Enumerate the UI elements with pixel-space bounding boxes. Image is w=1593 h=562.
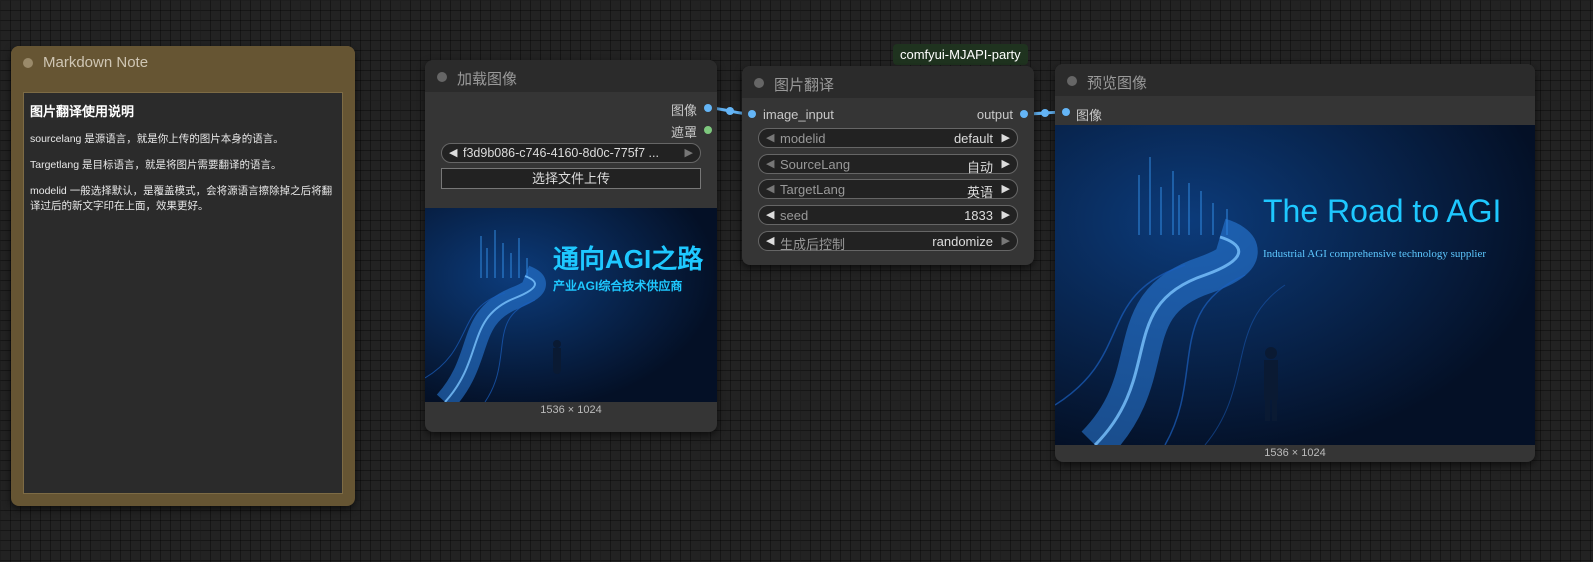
markdown-note-node[interactable]: Markdown Note 图片翻译使用说明 sourcelang 是源语言，就… bbox=[11, 46, 355, 506]
input-slot-image-label: 图像 bbox=[1076, 108, 1103, 123]
arrow-right-icon[interactable]: ▶ bbox=[1002, 234, 1010, 247]
widget-label: 生成后控制 bbox=[780, 237, 846, 252]
widget-label: modelid bbox=[780, 131, 826, 146]
node-title-bar[interactable]: 图片翻译 bbox=[742, 66, 1034, 98]
widget-value: 1833 bbox=[964, 208, 993, 223]
arrow-left-icon[interactable]: ◀ bbox=[766, 182, 774, 195]
arrow-left-icon[interactable]: ◀ bbox=[766, 208, 774, 221]
image-subline-text: Industrial AGI comprehensive technology … bbox=[1263, 248, 1486, 260]
collapse-dot-icon[interactable] bbox=[1067, 76, 1077, 86]
widget-label: seed bbox=[780, 208, 809, 223]
arrow-left-icon[interactable]: ◀ bbox=[766, 234, 774, 247]
image-headline-text: The Road to AGI bbox=[1263, 193, 1501, 229]
modelid-combo[interactable]: ◀ modelid default ▶ bbox=[758, 128, 1018, 148]
arrow-right-icon[interactable]: ▶ bbox=[1002, 157, 1010, 170]
widget-label: TargetLang bbox=[780, 182, 846, 197]
input-slot-image-label: image_input bbox=[763, 107, 834, 122]
arrow-left-icon[interactable]: ◀ bbox=[766, 157, 774, 170]
arrow-left-icon[interactable]: ◀ bbox=[766, 131, 774, 144]
output-slot-mask-dot[interactable] bbox=[704, 126, 712, 134]
collapse-dot-icon[interactable] bbox=[754, 78, 764, 88]
image-translate-node[interactable]: 图片翻译 image_input output ◀ modelid defaul… bbox=[742, 66, 1034, 265]
note-content[interactable]: 图片翻译使用说明 sourcelang 是源语言，就是你上传的图片本身的语言。 … bbox=[23, 92, 343, 494]
collapse-dot-icon[interactable] bbox=[23, 58, 33, 68]
node-title: 加载图像 bbox=[457, 71, 518, 88]
road-illustration-image: The Road to AGI Industrial AGI comprehen… bbox=[1055, 125, 1535, 445]
arrow-right-icon[interactable]: ▶ bbox=[685, 146, 693, 159]
road-illustration-image: 通向AGI之路 产业AGI综合技术供应商 bbox=[425, 208, 717, 402]
control-after-generate-combo[interactable]: ◀ 生成后控制 randomize ▶ bbox=[758, 231, 1018, 252]
output-slot-label: output bbox=[976, 107, 1013, 122]
arrow-left-icon[interactable]: ◀ bbox=[449, 146, 457, 159]
output-slot-dot[interactable] bbox=[1020, 110, 1028, 118]
seed-number[interactable]: ◀ seed 1833 ▶ bbox=[758, 205, 1018, 225]
output-slot-image-dot[interactable] bbox=[704, 104, 712, 112]
sourcelang-combo[interactable]: ◀ SourceLang 自动 ▶ bbox=[758, 154, 1018, 175]
combo-value: f3d9b086-c746-4160-8d0c-775f7 ... bbox=[463, 146, 659, 160]
output-slot-mask-label: 遮罩 bbox=[670, 125, 697, 140]
note-heading: 图片翻译使用说明 bbox=[30, 104, 135, 119]
input-slot-image-dot[interactable] bbox=[748, 110, 756, 118]
upload-button[interactable]: 选择文件上传 bbox=[441, 168, 701, 189]
node-title-bar[interactable]: Markdown Note bbox=[11, 46, 355, 78]
note-paragraph: Targetlang 是目标语言，就是将图片需要翻译的语言。 bbox=[30, 159, 282, 171]
note-paragraph: modelid 一般选择默认，是覆盖模式，会将源语言擦除掉之后将翻译过后的新文字… bbox=[30, 185, 333, 212]
node-title-bar[interactable]: 预览图像 bbox=[1055, 64, 1535, 96]
preview-image-node[interactable]: 预览图像 图像 The Road to AGI Industrial AGI c… bbox=[1055, 64, 1535, 462]
image-file-combo[interactable]: ◀ f3d9b086-c746-4160-8d0c-775f7 ... ▶ bbox=[441, 143, 701, 163]
widget-value: 英语 bbox=[966, 185, 993, 200]
input-slot-image-dot[interactable] bbox=[1062, 108, 1070, 116]
note-paragraph: sourcelang 是源语言，就是你上传的图片本身的语言。 bbox=[30, 133, 284, 145]
widget-value: randomize bbox=[932, 234, 993, 249]
node-source-badge: comfyui-MJAPI-party bbox=[893, 44, 1028, 65]
collapse-dot-icon[interactable] bbox=[437, 72, 447, 82]
image-size-caption: 1536 × 1024 bbox=[540, 404, 602, 416]
widget-value: 自动 bbox=[966, 160, 993, 175]
widget-value: default bbox=[953, 131, 993, 146]
load-image-node[interactable]: 加载图像 图像 遮罩 ◀ f3d9b086-c746-4160-8d0c-775… bbox=[425, 60, 717, 432]
image-size-caption: 1536 × 1024 bbox=[1264, 447, 1326, 459]
arrow-right-icon[interactable]: ▶ bbox=[1002, 208, 1010, 221]
image-subline-text: 产业AGI综合技术供应商 bbox=[553, 278, 682, 293]
targetlang-combo[interactable]: ◀ TargetLang 英语 ▶ bbox=[758, 179, 1018, 200]
arrow-right-icon[interactable]: ▶ bbox=[1002, 182, 1010, 195]
widget-label: SourceLang bbox=[780, 157, 851, 172]
node-title: Markdown Note bbox=[43, 54, 149, 71]
output-slot-image-label: 图像 bbox=[670, 103, 697, 118]
node-title: 图片翻译 bbox=[774, 77, 835, 94]
node-title: 预览图像 bbox=[1087, 75, 1148, 92]
loaded-image-preview: 通向AGI之路 产业AGI综合技术供应商 bbox=[425, 208, 717, 402]
arrow-right-icon[interactable]: ▶ bbox=[1002, 131, 1010, 144]
node-title-bar[interactable]: 加载图像 bbox=[425, 60, 717, 92]
preview-image: The Road to AGI Industrial AGI comprehen… bbox=[1055, 125, 1535, 445]
image-headline-text: 通向AGI之路 bbox=[553, 244, 704, 274]
